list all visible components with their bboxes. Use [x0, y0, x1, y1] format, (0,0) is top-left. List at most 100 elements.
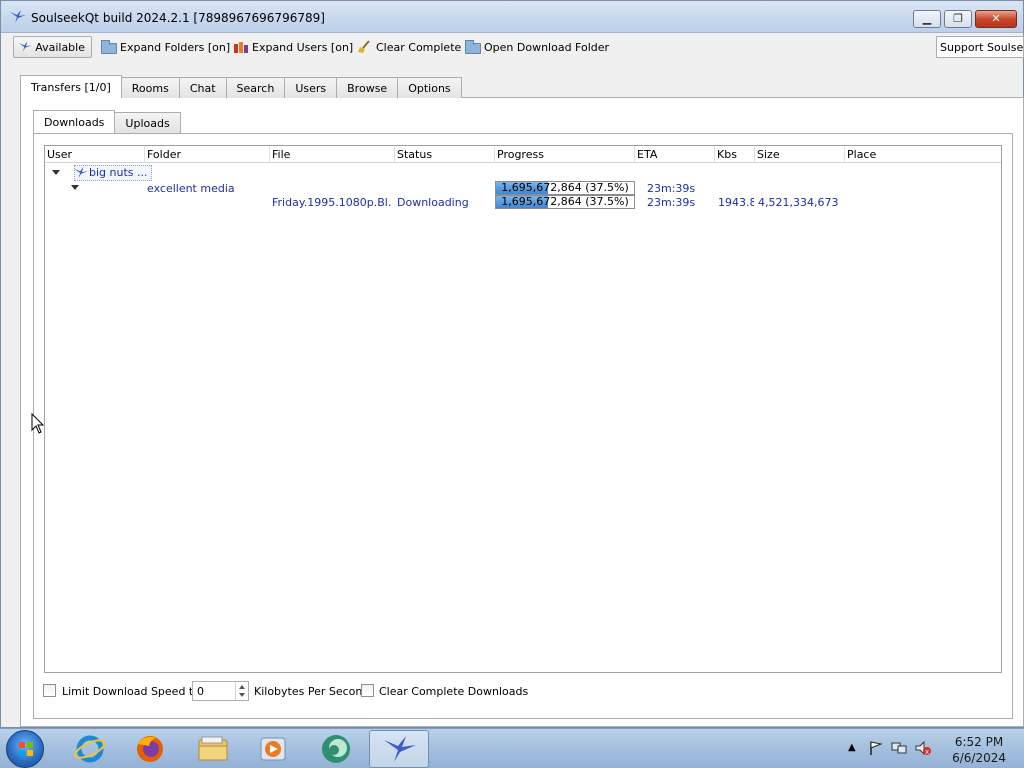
folder-row[interactable]: excellent media 1,695,672,864 (37.5%) 23… — [45, 181, 1001, 196]
file-eta: 23m:39s — [647, 196, 696, 209]
column-progress[interactable]: Progress — [495, 146, 635, 163]
system-tray: ▲ x 6:52 PM 6/6/2024 — [834, 729, 1024, 768]
progress-text: 1,695,672,864 (37.5%) — [501, 181, 629, 194]
user-row[interactable]: big nuts ... — [45, 165, 1001, 181]
taskbar-media-player[interactable] — [245, 730, 301, 768]
expand-folders-button[interactable]: Expand Folders [on] — [101, 36, 230, 58]
folder-progress-bar: 1,695,672,864 (37.5%) — [495, 181, 635, 195]
taskbar-app-green[interactable] — [308, 730, 364, 768]
tab-options[interactable]: Options — [397, 77, 462, 98]
column-eta[interactable]: ETA — [635, 146, 715, 163]
column-kbs[interactable]: Kbs — [715, 146, 755, 163]
mouse-cursor-icon — [31, 413, 45, 434]
downloads-tree[interactable]: User Folder File Status Progress ETA Kbs… — [44, 145, 1002, 673]
taskbar-internet-explorer[interactable] — [62, 730, 118, 768]
broom-icon — [358, 40, 370, 53]
soulseek-bird-icon — [10, 10, 26, 23]
column-file[interactable]: File — [270, 146, 395, 163]
tab-chat[interactable]: Chat — [178, 77, 227, 98]
folder-icon — [101, 39, 117, 54]
tab-browse[interactable]: Browse — [336, 77, 399, 98]
title-bar[interactable]: SoulseekQt build 2024.2.1 [7898967696796… — [1, 1, 1023, 33]
toolbar: Available Expand Folders [on] Expand Use… — [1, 33, 1024, 61]
window-controls: ▁ ❐ ✕ — [910, 10, 1017, 30]
column-status[interactable]: Status — [395, 146, 495, 163]
close-button[interactable]: ✕ — [975, 10, 1017, 28]
folder-eta: 23m:39s — [647, 182, 696, 195]
column-size[interactable]: Size — [755, 146, 845, 163]
expand-users-label: Expand Users [on] — [252, 40, 354, 54]
limit-speed-label: Limit Download Speed to — [62, 685, 200, 698]
internet-explorer-icon — [74, 735, 106, 763]
speed-limit-value: 0 — [197, 685, 204, 698]
file-name: Friday.1995.1080p.Bl... — [272, 196, 392, 209]
tab-search[interactable]: Search — [225, 77, 286, 98]
show-hidden-icons-icon[interactable]: ▲ — [848, 742, 856, 753]
speed-limit-spinbox[interactable]: 0 — [192, 681, 249, 701]
start-button[interactable] — [6, 730, 44, 768]
status-button[interactable]: Available — [13, 36, 92, 58]
file-progress-bar: 1,695,672,864 (37.5%) — [495, 195, 635, 209]
column-place[interactable]: Place — [845, 146, 1001, 163]
volume-muted-icon[interactable]: x — [914, 740, 932, 756]
clock-date: 6/6/2024 — [952, 751, 1006, 765]
taskbar-file-explorer[interactable] — [185, 730, 241, 768]
restore-icon: ❐ — [953, 12, 963, 25]
soulseek-bird-icon — [384, 736, 416, 762]
network-icon[interactable] — [890, 740, 908, 756]
open-download-folder-label: Open Download Folder — [484, 40, 610, 54]
tab-uploads[interactable]: Uploads — [114, 112, 181, 133]
clear-complete-checkbox[interactable] — [361, 684, 374, 697]
expand-users-button[interactable]: Expand Users [on] — [233, 36, 353, 58]
minimize-button[interactable]: ▁ — [913, 10, 941, 28]
maximize-button[interactable]: ❐ — [944, 10, 972, 28]
taskbar-clock[interactable]: 6:52 PM 6/6/2024 — [952, 734, 1006, 766]
clear-complete-button[interactable]: Clear Complete — [357, 36, 461, 58]
spin-down-icon[interactable] — [239, 693, 245, 697]
download-options: Limit Download Speed to 0 Kilobytes Per … — [43, 681, 743, 701]
media-player-icon — [260, 737, 286, 761]
limit-speed-checkbox[interactable] — [43, 684, 56, 697]
spin-buttons — [235, 682, 248, 700]
status-label: Available — [35, 40, 85, 54]
action-center-flag-icon[interactable] — [868, 740, 884, 756]
file-status: Downloading — [397, 196, 469, 209]
taskbar-firefox[interactable] — [122, 730, 178, 768]
folder-icon — [465, 39, 481, 54]
chat-bubble-icon — [322, 735, 350, 763]
tab-rooms[interactable]: Rooms — [120, 77, 180, 98]
close-icon: ✕ — [991, 12, 1001, 25]
expand-arrow-icon[interactable] — [71, 185, 79, 190]
column-header-row: User Folder File Status Progress ETA Kbs… — [45, 146, 1001, 163]
column-folder[interactable]: Folder — [145, 146, 270, 163]
tab-transfers[interactable]: Transfers [1/0] — [20, 75, 122, 98]
spin-up-icon[interactable] — [239, 685, 245, 689]
clock-time: 6:52 PM — [954, 735, 1004, 749]
file-kbs: 1943.8 — [718, 196, 754, 209]
kbps-label: Kilobytes Per Second — [254, 685, 370, 698]
minimize-icon: ▁ — [922, 12, 932, 25]
support-soulseek-button[interactable]: Support Soulseek — [936, 36, 1024, 58]
windows-logo-icon — [19, 742, 33, 756]
progress-text: 1,695,672,864 (37.5%) — [501, 195, 629, 208]
soulseek-bird-icon — [74, 166, 88, 179]
main-tabs: Transfers [1/0] Rooms Chat Search Users … — [20, 75, 462, 98]
open-download-folder-button[interactable]: Open Download Folder — [465, 36, 609, 58]
svg-text:x: x — [925, 748, 929, 756]
tab-downloads[interactable]: Downloads — [33, 110, 116, 133]
column-user[interactable]: User — [45, 146, 145, 163]
main-window: SoulseekQt build 2024.2.1 [7898967696796… — [0, 0, 1024, 728]
taskbar: ▲ x 6:52 PM 6/6/2024 — [0, 728, 1024, 768]
users-icon — [234, 42, 248, 53]
window-title: SoulseekQt build 2024.2.1 [7898967696796… — [31, 11, 325, 25]
taskbar-soulseek[interactable] — [369, 730, 429, 768]
tab-users[interactable]: Users — [284, 77, 338, 98]
expand-folders-label: Expand Folders [on] — [120, 40, 231, 54]
file-row[interactable]: Friday.1995.1080p.Bl... Downloading 1,69… — [45, 195, 1001, 210]
firefox-icon — [137, 736, 163, 762]
file-size: 4,521,334,673 — [758, 196, 839, 209]
soulseek-bird-icon — [18, 41, 32, 52]
user-cell[interactable]: big nuts ... — [74, 165, 152, 181]
expand-arrow-icon[interactable] — [52, 170, 60, 175]
clear-complete-label: Clear Complete — [376, 40, 462, 54]
